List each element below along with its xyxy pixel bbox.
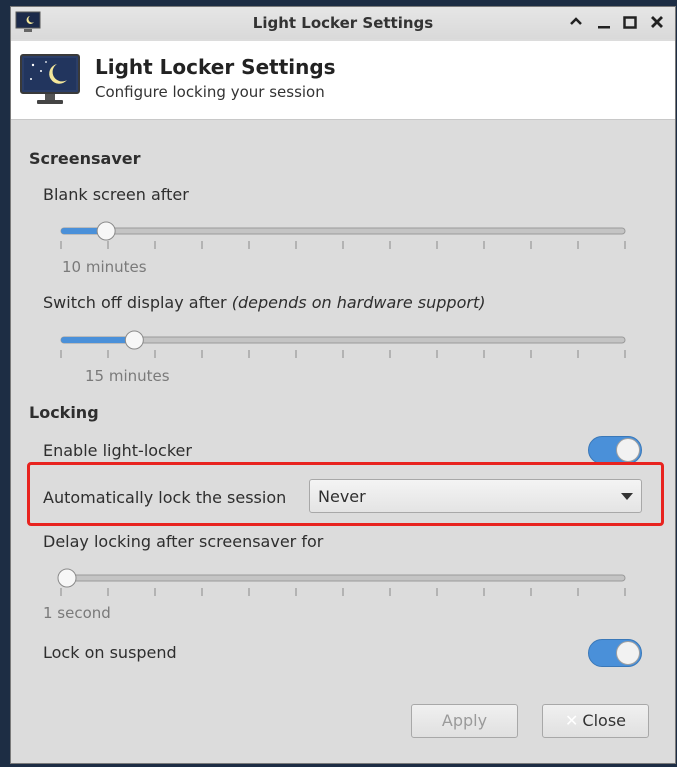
slider-handle[interactable] bbox=[124, 330, 144, 350]
maximize-icon[interactable] bbox=[621, 13, 639, 31]
dropdown-arrow-icon bbox=[621, 493, 633, 500]
switch-off-slider[interactable] bbox=[57, 328, 629, 368]
slider-trough bbox=[60, 574, 626, 582]
close-button-label: Close bbox=[582, 711, 626, 730]
slider-fill bbox=[61, 337, 135, 343]
delay-locking-label: Delay locking after screensaver for bbox=[43, 532, 324, 551]
header-subtitle: Configure locking your session bbox=[95, 83, 325, 101]
close-x-icon: ✕ bbox=[565, 711, 579, 730]
switch-off-note: (depends on hardware support) bbox=[231, 293, 486, 312]
dialog-header: Light Locker Settings Configure locking … bbox=[11, 41, 675, 120]
minimize-icon[interactable] bbox=[595, 13, 613, 31]
maximize-up-icon[interactable] bbox=[567, 13, 585, 31]
switch-off-label: Switch off display after (depends on har… bbox=[43, 293, 485, 312]
delay-locking-slider[interactable] bbox=[57, 566, 629, 606]
enable-light-locker-toggle[interactable] bbox=[588, 436, 642, 464]
slider-graphic bbox=[57, 568, 626, 596]
slider-handle[interactable] bbox=[57, 568, 77, 588]
delay-locking-value: 1 second bbox=[43, 604, 111, 622]
lock-on-suspend-toggle[interactable] bbox=[588, 639, 642, 667]
blank-screen-value: 10 minutes bbox=[62, 258, 147, 276]
blank-screen-slider[interactable] bbox=[57, 219, 629, 259]
auto-lock-value: Never bbox=[318, 487, 366, 506]
lock-on-suspend-label: Lock on suspend bbox=[43, 643, 177, 662]
enable-light-locker-label: Enable light-locker bbox=[43, 441, 192, 460]
header-title: Light Locker Settings bbox=[95, 55, 336, 79]
title-bar[interactable]: Light Locker Settings bbox=[11, 7, 675, 39]
settings-window: Light Locker Settings Light Locker Setti… bbox=[10, 6, 676, 764]
slider-trough bbox=[60, 336, 626, 344]
auto-lock-label: Automatically lock the session bbox=[43, 488, 287, 507]
slider-graphic bbox=[60, 221, 626, 249]
slider-handle[interactable] bbox=[96, 221, 116, 241]
slider-trough bbox=[60, 227, 626, 235]
monitor-moon-icon bbox=[20, 54, 80, 104]
auto-lock-dropdown[interactable]: Never bbox=[309, 479, 642, 513]
toggle-knob bbox=[616, 641, 640, 665]
toggle-knob bbox=[616, 438, 640, 462]
switch-off-label-text: Switch off display after bbox=[43, 293, 227, 312]
blank-screen-label: Blank screen after bbox=[43, 185, 189, 204]
slider-graphic bbox=[60, 330, 626, 358]
close-icon[interactable] bbox=[648, 13, 666, 31]
section-title-screensaver: Screensaver bbox=[29, 149, 141, 168]
close-button[interactable]: ✕ Close bbox=[542, 704, 649, 738]
section-title-locking: Locking bbox=[29, 403, 99, 422]
apply-button[interactable]: Apply bbox=[411, 704, 518, 738]
switch-off-value: 15 minutes bbox=[85, 367, 170, 385]
